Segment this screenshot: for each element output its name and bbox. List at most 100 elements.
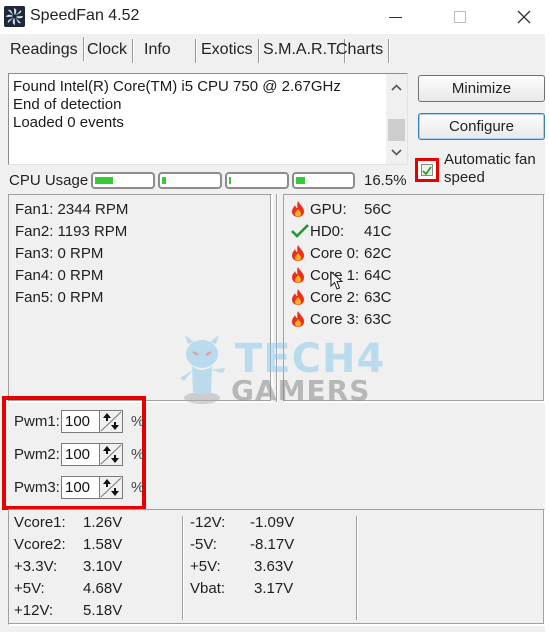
temp-reading: Core 0: 62C — [290, 244, 392, 262]
temp-sensor-value: 63C — [364, 288, 392, 306]
tab-smart[interactable]: S.M.A.R.T. — [259, 37, 346, 63]
pwm1-spinner[interactable] — [99, 410, 123, 433]
voltage-value: -1.09V — [250, 514, 295, 531]
tab-clock[interactable]: Clock — [83, 37, 134, 63]
mouse-cursor-icon — [330, 271, 344, 290]
voltage-name: Vbat: — [190, 580, 226, 597]
window-close-button[interactable] — [501, 0, 547, 34]
temperatures-panel: GPU: 56C HD0: 41C Core 0: 62C Core 1: 64… — [283, 194, 545, 402]
label-line: Automatic fan — [444, 151, 536, 168]
fan-reading: Fan4: 0 RPM — [15, 267, 104, 284]
window-maximize-button[interactable] — [437, 0, 483, 34]
pwm3-spinner[interactable] — [99, 476, 123, 499]
temp-sensor-value: 64C — [364, 266, 392, 284]
checkmark-icon — [422, 165, 432, 175]
cpu-core-usage-bar — [292, 172, 355, 189]
tab-exotics[interactable]: Exotics — [197, 37, 259, 63]
fan-reading: Fan5: 0 RPM — [15, 289, 104, 306]
voltage-name: +5V: — [14, 580, 45, 597]
voltage-value: 1.58V — [83, 536, 123, 553]
voltage-value: 3.17V — [254, 580, 294, 597]
temp-sensor-value: 41C — [364, 222, 392, 240]
temp-sensor-name: Core 0: — [310, 244, 360, 262]
pwm1-input[interactable] — [61, 410, 99, 433]
pwm-unit: % — [131, 479, 145, 496]
window-title: SpeedFan 4.52 — [30, 7, 140, 24]
log-line: End of detection — [13, 96, 122, 113]
voltage-name: Vcore1: — [14, 514, 66, 531]
column-separator — [356, 516, 357, 620]
automatic-fan-speed-option: Automatic fan speed — [415, 150, 549, 190]
scroll-up-button[interactable] — [386, 77, 407, 97]
temp-sensor-value: 62C — [364, 244, 392, 262]
cpu-core-usage-bar — [91, 172, 155, 189]
fans-panel: Fan1: 2344 RPM Fan2: 1193 RPM Fan3: 0 RP… — [8, 194, 272, 402]
background-edge — [545, 34, 549, 632]
temp-reading: HD0: 41C — [290, 222, 392, 240]
chevron-up-icon — [391, 83, 402, 91]
configure-button[interactable]: Configure — [418, 113, 545, 140]
voltage-name: +5V: — [190, 558, 221, 575]
flame-icon — [290, 244, 306, 262]
pwm2-spinner[interactable] — [99, 443, 123, 466]
tab-charts[interactable]: Charts — [332, 37, 390, 63]
cpu-core-usage-bar — [158, 172, 222, 189]
scroll-down-button[interactable] — [386, 142, 407, 162]
voltages-panel: Vcore1: 1.26V Vcore2: 1.58V +3.3V: 3.10V… — [8, 509, 545, 625]
pwm-label: Pwm3: — [14, 479, 60, 496]
automatic-fan-speed-checkbox[interactable] — [421, 164, 433, 176]
check-icon — [290, 222, 310, 240]
maximize-icon — [454, 11, 466, 23]
pwm3-input[interactable] — [61, 476, 99, 499]
pwm-unit: % — [131, 413, 145, 430]
speedfan-fan-icon — [4, 6, 25, 27]
cpu-usage-label: CPU Usage — [9, 172, 89, 189]
voltage-value: 1.26V — [83, 514, 123, 531]
log-scrollbar[interactable] — [386, 74, 407, 164]
temp-reading: Core 3: 63C — [290, 310, 392, 328]
highlight-box — [415, 158, 439, 182]
minimize-button[interactable]: Minimize — [418, 75, 545, 102]
cpu-bar-fill — [296, 177, 305, 184]
tab-readings[interactable]: Readings — [6, 35, 84, 64]
speedfan-window: SpeedFan 4.52 Readings Clock Info Exotic… — [0, 0, 549, 632]
window-minimize-button[interactable] — [372, 0, 418, 34]
tab-info[interactable]: Info — [140, 37, 196, 63]
log-line: Loaded 0 events — [13, 114, 124, 131]
temp-sensor-value: 63C — [364, 310, 392, 328]
log-lines: Found Intel(R) Core(TM) i5 CPU 750 @ 2.6… — [13, 78, 341, 132]
flame-icon — [290, 266, 306, 284]
voltage-name: -5V: — [190, 536, 217, 553]
cpu-core-usage-bar — [225, 172, 289, 189]
spinner-arrows-icon — [100, 411, 122, 432]
voltage-value: 3.10V — [83, 558, 123, 575]
spinner-arrows-icon — [100, 477, 122, 498]
fan-reading: Fan3: 0 RPM — [15, 245, 104, 262]
pwm-label: Pwm2: — [14, 446, 60, 463]
cpu-usage-percent: 16.5% — [364, 172, 407, 189]
pwm-highlight-box: Pwm1: % Pwm2: % Pwm3: % — [2, 396, 146, 510]
cpu-bar-fill — [95, 177, 113, 184]
scroll-thumb[interactable] — [388, 119, 405, 141]
temp-sensor-name: Core 2: — [310, 288, 360, 306]
voltage-name: -12V: — [190, 514, 226, 531]
automatic-fan-speed-label[interactable]: Automatic fan speed — [444, 151, 536, 187]
voltage-value: 3.63V — [254, 558, 294, 575]
chevron-down-icon — [391, 148, 402, 156]
tab-bar: Readings Clock Info Exotics S.M.A.R.T. C… — [0, 34, 549, 68]
log-line: Found Intel(R) Core(TM) i5 CPU 750 @ 2.6… — [13, 78, 341, 95]
cpu-bar-fill — [162, 177, 166, 184]
flame-icon — [290, 200, 306, 218]
voltage-value: 5.18V — [83, 602, 123, 619]
fan-reading: Fan2: 1193 RPM — [15, 223, 128, 240]
detection-log[interactable]: Found Intel(R) Core(TM) i5 CPU 750 @ 2.6… — [8, 73, 408, 165]
voltage-name: +3.3V: — [14, 558, 58, 575]
panel-divider — [276, 194, 278, 402]
fan-reading: Fan1: 2344 RPM — [15, 201, 129, 218]
flame-icon — [290, 310, 306, 328]
spinner-arrows-icon — [100, 444, 122, 465]
voltage-name: +12V: — [14, 602, 54, 619]
temp-sensor-name: Core 3: — [310, 310, 360, 328]
voltage-value: -8.17V — [250, 536, 295, 553]
pwm2-input[interactable] — [61, 443, 99, 466]
